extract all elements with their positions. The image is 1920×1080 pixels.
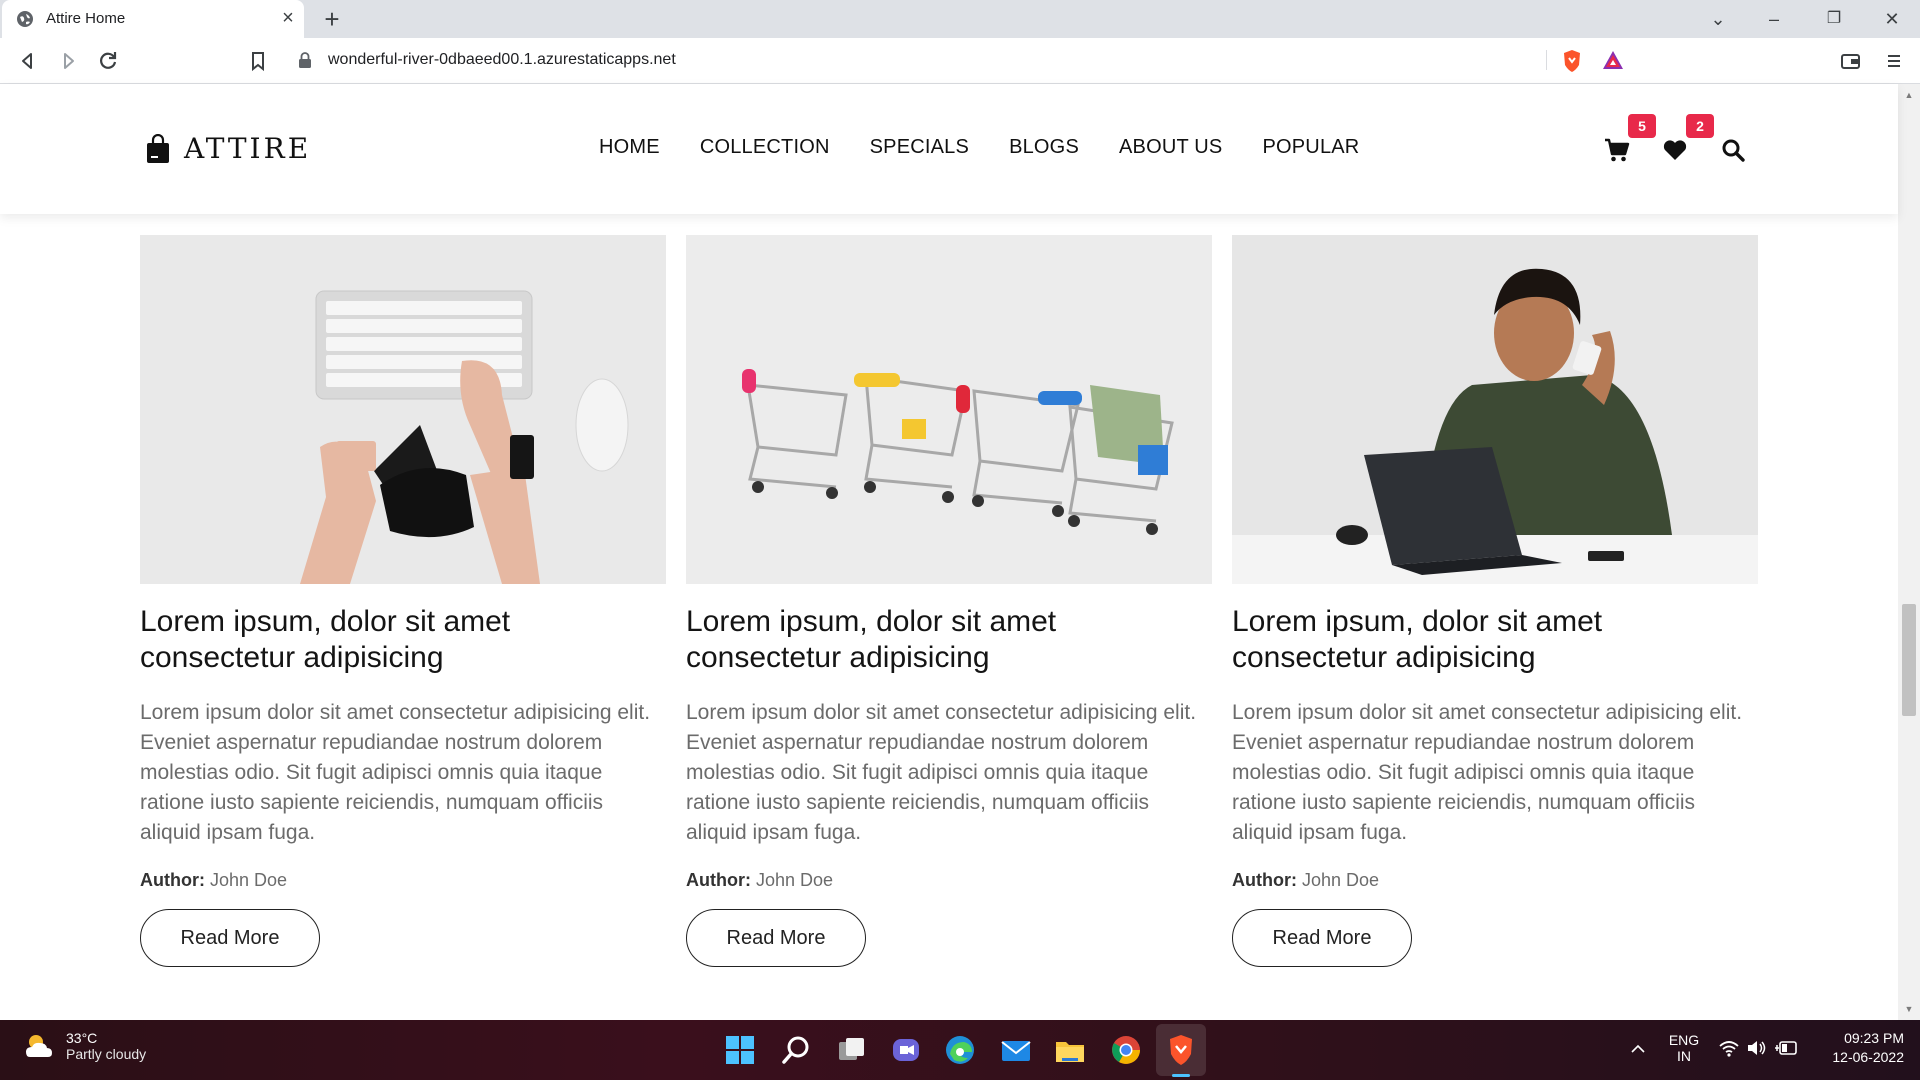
scroll-up-icon[interactable]: ▲ (1904, 90, 1914, 100)
site-header: ATTIRE HOME COLLECTION SPECIALS BLOGS AB… (0, 84, 1898, 214)
browser-tab-strip: Attire Home × + ⌄ – ❐ ✕ (0, 0, 1920, 38)
blog-card: Lorem ipsum, dolor sit amet consectetur … (140, 235, 666, 967)
forward-icon[interactable] (54, 47, 82, 75)
page-scrollbar[interactable]: ▲ ▼ (1898, 84, 1920, 1020)
tab-title: Attire Home (46, 10, 126, 27)
author-name: John Doe (1302, 870, 1380, 890)
taskbar-search-icon[interactable] (778, 1032, 814, 1068)
brave-shields-icon[interactable] (1561, 49, 1583, 73)
main-nav: HOME COLLECTION SPECIALS BLOGS ABOUT US … (599, 136, 1399, 159)
active-app-indicator (1172, 1074, 1190, 1077)
wifi-icon[interactable] (1718, 1038, 1740, 1058)
lock-icon[interactable] (298, 52, 312, 68)
close-window-button[interactable]: ✕ (1870, 4, 1914, 34)
read-more-button[interactable]: Read More (140, 909, 320, 967)
logo-text: ATTIRE (184, 132, 312, 165)
tab-search-icon[interactable]: ⌄ (1696, 4, 1740, 34)
blog-card-excerpt: Lorem ipsum dolor sit amet consectetur a… (1232, 701, 1743, 844)
edge-icon[interactable] (942, 1032, 978, 1068)
teams-chat-icon[interactable] (888, 1032, 924, 1068)
file-explorer-icon[interactable] (1052, 1032, 1088, 1068)
wallet-icon[interactable] (1836, 47, 1864, 75)
clock[interactable]: 09:23 PM 12-06-2022 (1812, 1030, 1904, 1065)
bookmark-icon[interactable] (244, 47, 272, 75)
wishlist-count-badge: 2 (1686, 114, 1714, 138)
omnibox-divider (1546, 50, 1547, 70)
weather-widget[interactable]: 33°C Partly cloudy (24, 1030, 146, 1062)
clock-time: 09:23 PM (1844, 1030, 1904, 1046)
man-with-laptop-photo (1232, 235, 1758, 584)
blog-card-author: Author: John Doe (686, 870, 1212, 891)
volume-icon[interactable] (1746, 1038, 1768, 1058)
browser-toolbar: wonderful-river-0dbaeed00.1.azurestatica… (0, 38, 1920, 84)
blog-card-title: Lorem ipsum, dolor sit amet consectetur … (1232, 605, 1603, 674)
blog-card-title: Lorem ipsum, dolor sit amet consectetur … (686, 605, 1057, 674)
battery-icon[interactable] (1774, 1038, 1798, 1058)
brave-rewards-icon[interactable] (1602, 50, 1624, 70)
menu-icon[interactable] (1880, 47, 1908, 75)
tab-close-icon[interactable]: × (278, 8, 298, 28)
clock-date: 12-06-2022 (1832, 1049, 1904, 1065)
mail-icon[interactable] (998, 1032, 1034, 1068)
blog-card: Lorem ipsum, dolor sit amet consectetur … (1232, 235, 1758, 967)
read-more-button[interactable]: Read More (686, 909, 866, 967)
cart-icon[interactable] (1603, 136, 1631, 164)
reload-icon[interactable] (94, 47, 122, 75)
nav-home[interactable]: HOME (599, 136, 660, 159)
blog-card-title: Lorem ipsum, dolor sit amet consectetur … (140, 605, 511, 674)
temperature: 33°C (66, 1030, 98, 1046)
cart-count-badge: 5 (1628, 114, 1656, 138)
nav-popular[interactable]: POPULAR (1262, 136, 1359, 159)
chevron-up-icon[interactable] (1630, 1042, 1646, 1054)
keyboard-and-wallet-photo (140, 235, 666, 584)
shopping-carts-photo (686, 235, 1212, 584)
author-label: Author: (1232, 870, 1297, 890)
nav-specials[interactable]: SPECIALS (870, 136, 969, 159)
blog-card-excerpt: Lorem ipsum dolor sit amet consectetur a… (686, 701, 1197, 844)
blog-section: Lorem ipsum, dolor sit amet consectetur … (0, 214, 1898, 1020)
scrollbar-thumb[interactable] (1902, 604, 1916, 716)
globe-icon (17, 11, 33, 27)
brave-browser-icon[interactable] (1163, 1032, 1199, 1068)
blog-card: Lorem ipsum, dolor sit amet consectetur … (686, 235, 1212, 967)
nav-collection[interactable]: COLLECTION (700, 136, 830, 159)
search-icon[interactable] (1719, 136, 1747, 164)
maximize-button[interactable]: ❐ (1812, 4, 1856, 34)
windows-taskbar: 33°C Partly cloudy ENG IN 09:23 PM 12-06… (0, 1020, 1920, 1080)
task-view-icon[interactable] (834, 1032, 870, 1068)
heart-icon[interactable] (1661, 136, 1689, 164)
url-text: wonderful-river-0dbaeed00.1.azurestatica… (328, 51, 676, 68)
language-code: ENG (1668, 1032, 1700, 1048)
start-icon[interactable] (722, 1032, 758, 1068)
minimize-button[interactable]: – (1752, 4, 1796, 34)
blog-card-author: Author: John Doe (1232, 870, 1758, 891)
blog-card-excerpt: Lorem ipsum dolor sit amet consectetur a… (140, 701, 651, 844)
author-name: John Doe (756, 870, 834, 890)
blog-card-author: Author: John Doe (140, 870, 666, 891)
new-tab-button[interactable]: + (318, 5, 346, 33)
scroll-down-icon[interactable]: ▼ (1904, 1004, 1914, 1014)
browser-tab-active[interactable]: Attire Home × (2, 0, 304, 38)
region-code: IN (1677, 1048, 1691, 1064)
shopping-bag-icon (147, 133, 169, 163)
address-bar[interactable]: wonderful-river-0dbaeed00.1.azurestatica… (284, 43, 1634, 77)
nav-about-us[interactable]: ABOUT US (1119, 136, 1222, 159)
author-label: Author: (686, 870, 751, 890)
partly-cloudy-icon (26, 1035, 52, 1057)
language-indicator[interactable]: ENG IN (1666, 1032, 1702, 1064)
read-more-button[interactable]: Read More (1232, 909, 1412, 967)
author-name: John Doe (210, 870, 288, 890)
chrome-icon[interactable] (1108, 1032, 1144, 1068)
back-icon[interactable] (14, 47, 42, 75)
weather-description: Partly cloudy (66, 1046, 147, 1062)
nav-blogs[interactable]: BLOGS (1009, 136, 1079, 159)
author-label: Author: (140, 870, 205, 890)
site-logo[interactable]: ATTIRE (146, 132, 311, 165)
